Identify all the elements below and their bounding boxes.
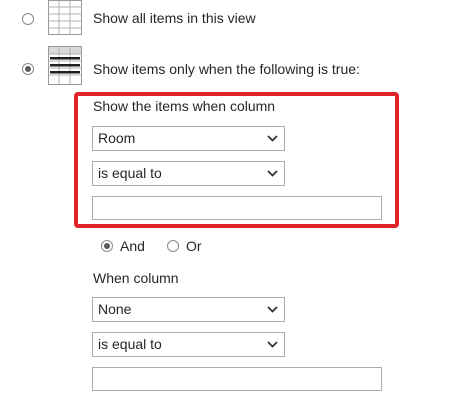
chevron-down-icon [267, 306, 278, 313]
and-radio[interactable] [101, 240, 113, 252]
show-conditional-radio[interactable] [22, 63, 34, 75]
condition-2-heading: When column [93, 270, 179, 286]
condition-1-operator-select[interactable]: is equal to [92, 161, 285, 186]
condition-2-operator-value: is equal to [98, 336, 162, 352]
condition-2-column-select[interactable]: None [92, 297, 285, 322]
show-all-radio[interactable] [22, 13, 34, 25]
filtered-table-icon [48, 46, 82, 85]
or-radio[interactable] [167, 240, 179, 252]
table-grid-icon [48, 0, 82, 35]
show-conditional-label: Show items only when the following is tr… [93, 61, 360, 77]
or-label: Or [186, 238, 202, 254]
condition-1-value-input[interactable] [92, 196, 382, 220]
chevron-down-icon [267, 135, 278, 142]
condition-2-value-input[interactable] [92, 367, 382, 391]
show-all-label: Show all items in this view [93, 10, 256, 26]
and-label: And [120, 238, 145, 254]
condition-1-operator-value: is equal to [98, 165, 162, 181]
chevron-down-icon [267, 341, 278, 348]
condition-1-column-value: Room [98, 130, 136, 146]
condition-1-heading: Show the items when column [93, 98, 276, 114]
chevron-down-icon [267, 170, 278, 177]
condition-1-column-select[interactable]: Room [92, 126, 285, 151]
condition-2-column-value: None [98, 301, 132, 317]
condition-2-operator-select[interactable]: is equal to [92, 332, 285, 357]
